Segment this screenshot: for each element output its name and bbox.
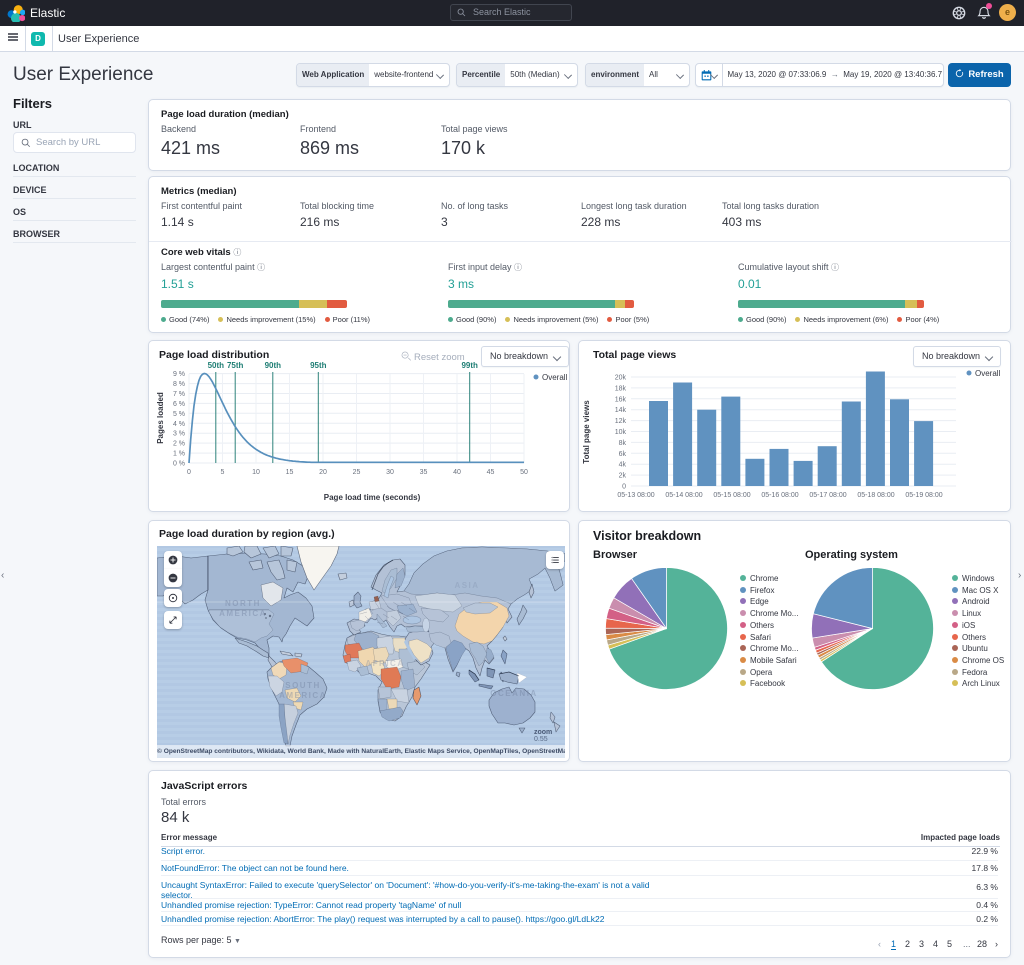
svg-text:05-17 08:00: 05-17 08:00 — [809, 492, 846, 499]
svg-text:75th: 75th — [227, 361, 244, 370]
svg-text:05-15 08:00: 05-15 08:00 — [713, 492, 750, 499]
svg-text:2k: 2k — [619, 473, 627, 480]
svg-text:05-18 08:00: 05-18 08:00 — [857, 492, 894, 499]
svg-text:05-16 08:00: 05-16 08:00 — [761, 492, 798, 499]
svg-text:50th: 50th — [208, 361, 225, 370]
svg-text:05-14 08:00: 05-14 08:00 — [665, 492, 702, 499]
svg-text:2 %: 2 % — [173, 441, 185, 448]
svg-text:0: 0 — [187, 469, 191, 476]
svg-text:50: 50 — [520, 469, 528, 476]
svg-text:4k: 4k — [619, 462, 627, 469]
svg-text:8k: 8k — [619, 440, 627, 447]
svg-text:4 %: 4 % — [173, 421, 185, 428]
svg-text:6 %: 6 % — [173, 401, 185, 408]
svg-text:5: 5 — [221, 469, 225, 476]
svg-text:6k: 6k — [619, 451, 627, 458]
svg-text:AMERICA: AMERICA — [219, 609, 267, 618]
svg-text:15: 15 — [286, 469, 294, 476]
svg-text:Total page views: Total page views — [582, 400, 591, 464]
svg-text:16k: 16k — [615, 396, 627, 403]
svg-text:10: 10 — [252, 469, 260, 476]
svg-text:1 %: 1 % — [173, 451, 185, 458]
svg-text:20k: 20k — [615, 375, 627, 382]
svg-text:Overall: Overall — [975, 369, 1001, 378]
svg-text:90th: 90th — [265, 361, 282, 370]
svg-text:Pages loaded: Pages loaded — [156, 392, 165, 444]
svg-text:SOUTH: SOUTH — [285, 681, 321, 690]
svg-text:AMERICA: AMERICA — [279, 691, 327, 700]
svg-text:AFRICA: AFRICA — [365, 659, 404, 668]
svg-text:ASIA: ASIA — [454, 581, 479, 590]
svg-text:OCEANIA: OCEANIA — [490, 689, 537, 698]
svg-text:8 %: 8 % — [173, 381, 185, 388]
svg-text:05-13 08:00: 05-13 08:00 — [617, 492, 654, 499]
svg-text:25: 25 — [353, 469, 361, 476]
svg-text:Overall: Overall — [542, 373, 568, 382]
svg-text:0 %: 0 % — [173, 461, 185, 468]
svg-text:10k: 10k — [615, 429, 627, 436]
svg-text:05-19 08:00: 05-19 08:00 — [905, 492, 942, 499]
svg-text:18k: 18k — [615, 385, 627, 392]
svg-text:99th: 99th — [461, 361, 478, 370]
svg-text:40: 40 — [453, 469, 461, 476]
svg-text:45: 45 — [487, 469, 495, 476]
svg-text:0: 0 — [622, 484, 626, 491]
svg-text:14k: 14k — [615, 407, 627, 414]
svg-text:12k: 12k — [615, 418, 627, 425]
svg-text:NORTH: NORTH — [225, 599, 261, 608]
svg-text:20: 20 — [319, 469, 327, 476]
svg-text:5 %: 5 % — [173, 411, 185, 418]
svg-text:7 %: 7 % — [173, 391, 185, 398]
svg-text:Page load time (seconds): Page load time (seconds) — [324, 493, 421, 502]
svg-text:95th: 95th — [310, 361, 327, 370]
svg-text:35: 35 — [420, 469, 428, 476]
svg-text:30: 30 — [386, 469, 394, 476]
svg-text:9 %: 9 % — [173, 371, 185, 378]
svg-text:3 %: 3 % — [173, 431, 185, 438]
